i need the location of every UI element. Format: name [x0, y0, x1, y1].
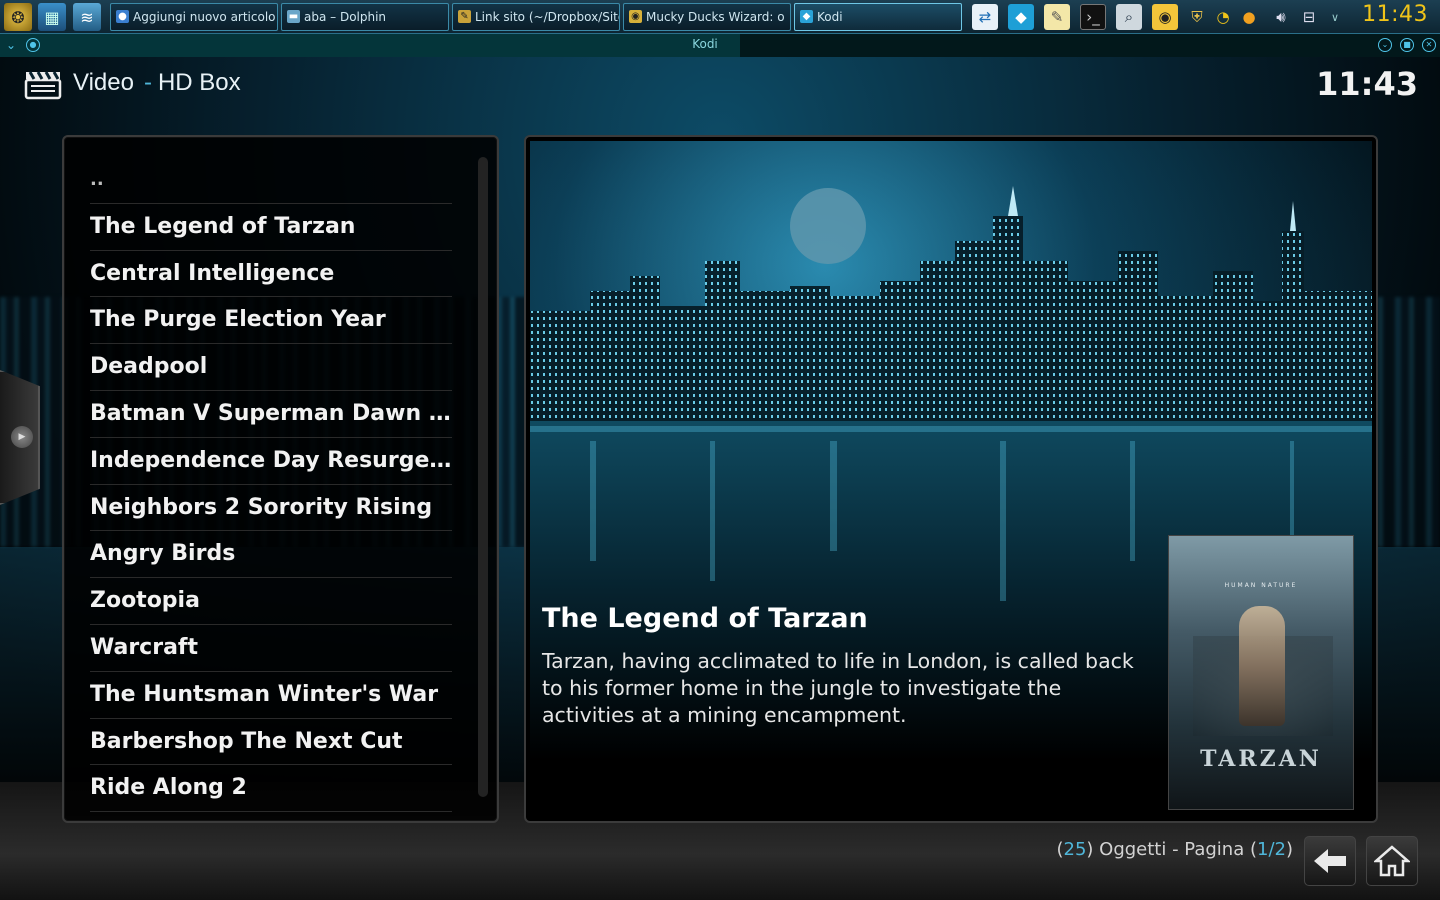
- volume-icon[interactable]: 🔊︎: [1268, 4, 1294, 30]
- task-label: Link sito (~/Dropbox/Sito: [475, 10, 620, 24]
- list-item[interactable]: Ride Along 2: [90, 765, 452, 813]
- list-item[interactable]: Deadpool: [90, 344, 452, 391]
- minimize-icon[interactable]: ⌄: [1378, 38, 1392, 52]
- updates-icon[interactable]: ●: [1238, 4, 1260, 30]
- list-item[interactable]: Central Intelligence: [90, 251, 452, 298]
- eye-icon[interactable]: ◉: [1152, 4, 1178, 30]
- clapperboard-icon: [24, 71, 62, 100]
- list-item[interactable]: Barbershop The Next Cut: [90, 719, 452, 766]
- kodi-icon: ◆: [800, 10, 813, 23]
- task-label: aba – Dolphin: [304, 10, 387, 24]
- item-count: 25: [1063, 839, 1087, 860]
- parent-folder-item[interactable]: ..: [90, 157, 452, 204]
- task-label: Aggiungi nuovo articolo: [133, 10, 276, 24]
- source-name: HD Box: [157, 69, 241, 96]
- movie-title: The Legend of Tarzan: [542, 603, 868, 634]
- task-button-wizard[interactable]: ◉ Mucky Ducks Wizard: o: [623, 3, 791, 31]
- list-item[interactable]: Batman V Superman Dawn Of ...: [90, 391, 452, 438]
- item-count-info: (25) Oggetti - Pagina (1/2): [1056, 839, 1293, 860]
- terminal-icon[interactable]: ›_: [1080, 4, 1106, 30]
- teamviewer-icon[interactable]: ⇄: [972, 4, 998, 30]
- home-button[interactable]: [1366, 836, 1418, 886]
- back-button[interactable]: [1304, 836, 1356, 886]
- page-indicator: 1/2: [1257, 839, 1286, 860]
- list-item[interactable]: Independence Day Resurgence: [90, 438, 452, 485]
- item-count-label: Oggetti - Pagina: [1099, 839, 1245, 860]
- taskbar: ❂ ▦ ≋ ● Aggiungi nuovo articolo ▬ aba – …: [0, 0, 1440, 34]
- list-item[interactable]: The Purge Election Year: [90, 297, 452, 345]
- folder-icon: ▬: [287, 10, 300, 23]
- list-scrollbar[interactable]: [478, 157, 488, 797]
- dolphin-launcher-icon[interactable]: ≋: [73, 3, 101, 31]
- titlebar-shade: [740, 34, 1440, 57]
- poster-figure: [1239, 606, 1285, 726]
- poster-tagline: HUMAN NATURE: [1224, 582, 1298, 589]
- list-item[interactable]: The Legend of Tarzan: [90, 204, 452, 251]
- kodi-tray-icon[interactable]: ◆: [1008, 4, 1034, 30]
- shield-icon[interactable]: ⛨: [1186, 4, 1208, 30]
- clock-tray-icon[interactable]: ◔: [1212, 4, 1234, 30]
- info-panel: The Legend of Tarzan Tarzan, having accl…: [524, 135, 1378, 823]
- task-button-editor[interactable]: ✎ Link sito (~/Dropbox/Sito: [452, 3, 620, 31]
- movie-plot: Tarzan, having acclimated to life in Lon…: [542, 649, 1134, 727]
- app-menu-icon[interactable]: ❂: [4, 3, 32, 31]
- title-separator: -: [143, 69, 152, 96]
- network-icon[interactable]: ⊟: [1298, 4, 1320, 30]
- kodi-app: Video - HD Box 11:43 ▶ .. The Legend of Tar…: [0, 57, 1440, 900]
- list-item[interactable]: Neighbors 2 Sorority Rising: [90, 485, 452, 532]
- play-arrow-icon[interactable]: ▶: [11, 426, 33, 448]
- page-title: Video - HD Box: [73, 69, 241, 97]
- home-icon: [1374, 845, 1410, 877]
- list-item[interactable]: Zootopia: [90, 578, 452, 625]
- close-icon[interactable]: ✕: [1422, 38, 1436, 52]
- desktop-icon[interactable]: ▦: [38, 3, 66, 31]
- notes-icon[interactable]: ✎: [1044, 4, 1070, 30]
- list-item[interactable]: The Huntsman Winter's War: [90, 672, 452, 719]
- taskbar-clock[interactable]: 11:43: [1362, 2, 1428, 27]
- media-list-panel: .. The Legend of Tarzan Central Intelligen…: [62, 135, 499, 823]
- task-button-dolphin[interactable]: ▬ aba – Dolphin: [281, 3, 449, 31]
- editor-icon: ✎: [458, 10, 471, 23]
- chevron-down-icon[interactable]: ∨: [1326, 4, 1344, 30]
- wizard-icon: ◉: [629, 10, 642, 23]
- list-item[interactable]: Warcraft: [90, 625, 452, 672]
- back-arrow-icon: [1314, 849, 1346, 873]
- list-item[interactable]: Angry Birds: [90, 531, 452, 579]
- moon-shape: [790, 188, 866, 264]
- task-button-kodi[interactable]: ◆ Kodi: [794, 3, 962, 31]
- screenshot-icon[interactable]: ⌕: [1116, 4, 1142, 30]
- movie-poster: HUMAN NATURE TARZAN: [1168, 535, 1354, 810]
- task-button-browser[interactable]: ● Aggiungi nuovo articolo: [110, 3, 278, 31]
- header-clock: 11:43: [1316, 65, 1418, 103]
- media-list: .. The Legend of Tarzan Central Intelligen…: [90, 157, 452, 813]
- browser-icon: ●: [116, 10, 129, 23]
- poster-title: TARZAN: [1200, 746, 1322, 772]
- task-label: Kodi: [817, 10, 843, 24]
- section-name: Video: [73, 69, 134, 96]
- task-label: Mucky Ducks Wizard: o: [646, 10, 785, 24]
- maximize-icon[interactable]: ■: [1400, 38, 1414, 52]
